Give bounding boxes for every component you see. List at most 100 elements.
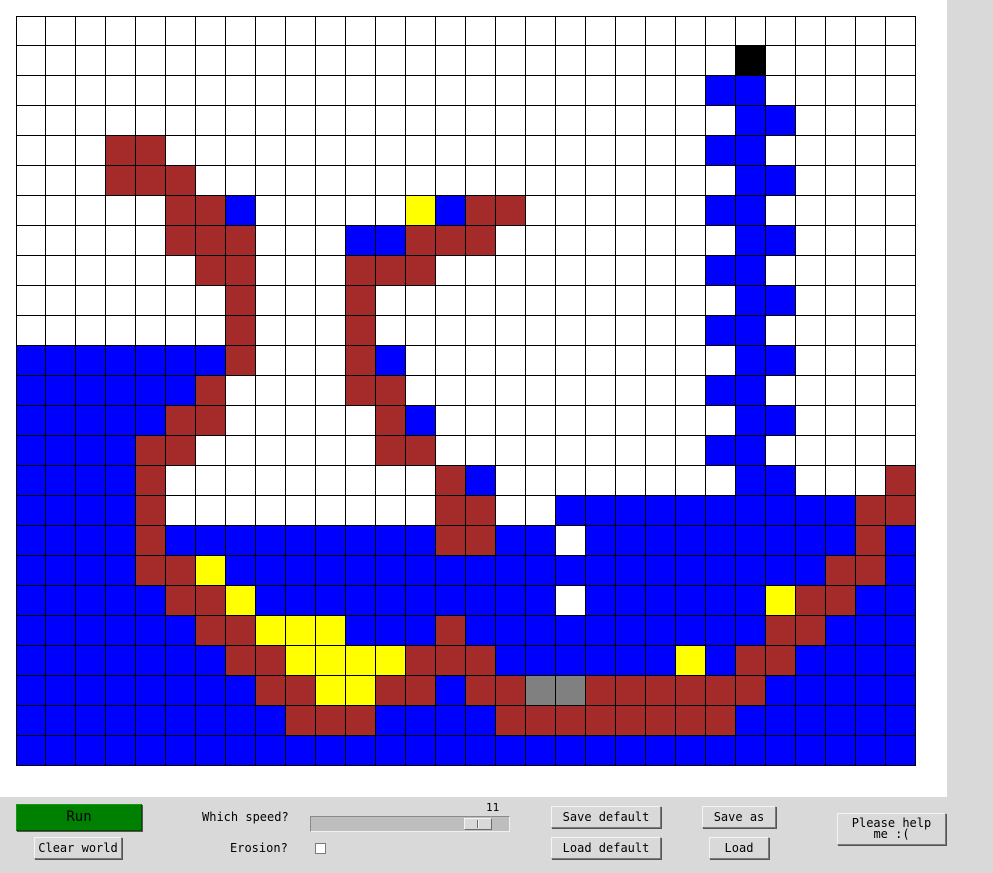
grid-cell-rock[interactable] bbox=[256, 676, 286, 706]
grid-cell-empty[interactable] bbox=[646, 436, 676, 466]
grid-cell-empty[interactable] bbox=[646, 166, 676, 196]
grid-cell-empty[interactable] bbox=[316, 76, 346, 106]
grid-cell-empty[interactable] bbox=[796, 436, 826, 466]
grid-cell-empty[interactable] bbox=[466, 46, 496, 76]
grid-cell-empty[interactable] bbox=[676, 226, 706, 256]
grid-cell-rock[interactable] bbox=[136, 436, 166, 466]
grid-cell-water[interactable] bbox=[196, 346, 226, 376]
grid-cell-empty[interactable] bbox=[856, 436, 886, 466]
grid-cell-rock[interactable] bbox=[196, 406, 226, 436]
grid-cell-empty[interactable] bbox=[46, 106, 76, 136]
grid-cell-empty[interactable] bbox=[106, 16, 136, 46]
grid-cell-empty[interactable] bbox=[826, 166, 856, 196]
grid-cell-empty[interactable] bbox=[676, 196, 706, 226]
grid-cell-empty[interactable] bbox=[286, 346, 316, 376]
grid-cell-empty[interactable] bbox=[76, 136, 106, 166]
grid-cell-empty[interactable] bbox=[106, 226, 136, 256]
grid-cell-water[interactable] bbox=[796, 526, 826, 556]
grid-cell-empty[interactable] bbox=[436, 406, 466, 436]
grid-cell-empty[interactable] bbox=[646, 286, 676, 316]
grid-cell-water[interactable] bbox=[526, 556, 556, 586]
grid-cell-empty[interactable] bbox=[586, 466, 616, 496]
grid-cell-empty[interactable] bbox=[196, 166, 226, 196]
grid-cell-empty[interactable] bbox=[436, 346, 466, 376]
grid-cell-empty[interactable] bbox=[676, 286, 706, 316]
grid-cell-empty[interactable] bbox=[286, 196, 316, 226]
grid-cell-empty[interactable] bbox=[16, 106, 46, 136]
grid-cell-empty[interactable] bbox=[766, 436, 796, 466]
grid-cell-water[interactable] bbox=[736, 466, 766, 496]
grid-cell-water[interactable] bbox=[466, 466, 496, 496]
grid-cell-water[interactable] bbox=[166, 346, 196, 376]
grid-cell-rock[interactable] bbox=[856, 526, 886, 556]
grid-cell-empty[interactable] bbox=[346, 136, 376, 166]
grid-cell-empty[interactable] bbox=[256, 406, 286, 436]
grid-cell-empty[interactable] bbox=[736, 16, 766, 46]
grid-cell-empty[interactable] bbox=[886, 166, 916, 196]
grid-cell-empty[interactable] bbox=[436, 16, 466, 46]
grid-cell-rock[interactable] bbox=[166, 226, 196, 256]
speed-slider-thumb[interactable] bbox=[464, 818, 492, 830]
grid-cell-empty[interactable] bbox=[826, 436, 856, 466]
grid-cell-rock[interactable] bbox=[856, 496, 886, 526]
grid-cell-empty[interactable] bbox=[706, 406, 736, 436]
grid-cell-water[interactable] bbox=[136, 376, 166, 406]
grid-cell-empty[interactable] bbox=[256, 46, 286, 76]
grid-cell-water[interactable] bbox=[736, 196, 766, 226]
grid-cell-rock[interactable] bbox=[766, 616, 796, 646]
grid-cell-empty[interactable] bbox=[526, 316, 556, 346]
grid-cell-rock[interactable] bbox=[346, 346, 376, 376]
grid-cell-empty[interactable] bbox=[556, 256, 586, 286]
grid-cell-water[interactable] bbox=[286, 736, 316, 766]
grid-cell-empty[interactable] bbox=[166, 466, 196, 496]
grid-cell-empty[interactable] bbox=[106, 256, 136, 286]
grid-cell-empty[interactable] bbox=[886, 226, 916, 256]
grid-cell-empty[interactable] bbox=[406, 466, 436, 496]
grid-cell-empty[interactable] bbox=[256, 256, 286, 286]
grid-cell-empty[interactable] bbox=[256, 106, 286, 136]
grid-cell-empty[interactable] bbox=[886, 76, 916, 106]
grid-cell-empty[interactable] bbox=[106, 106, 136, 136]
grid-cell-water[interactable] bbox=[256, 706, 286, 736]
grid-cell-empty[interactable] bbox=[76, 196, 106, 226]
grid-cell-empty[interactable] bbox=[796, 166, 826, 196]
grid-cell-water[interactable] bbox=[46, 436, 76, 466]
grid-cell-empty[interactable] bbox=[256, 166, 286, 196]
grid-cell-sand[interactable] bbox=[256, 616, 286, 646]
grid-cell-empty[interactable] bbox=[496, 106, 526, 136]
grid-cell-water[interactable] bbox=[766, 166, 796, 196]
grid-cell-water[interactable] bbox=[76, 736, 106, 766]
grid-cell-empty[interactable] bbox=[376, 286, 406, 316]
grid-cell-empty[interactable] bbox=[826, 226, 856, 256]
grid-cell-rock[interactable] bbox=[166, 196, 196, 226]
grid-cell-water[interactable] bbox=[46, 466, 76, 496]
grid-cell-empty[interactable] bbox=[616, 256, 646, 286]
grid-cell-water[interactable] bbox=[106, 406, 136, 436]
grid-cell-empty[interactable] bbox=[556, 16, 586, 46]
grid-cell-empty[interactable] bbox=[766, 196, 796, 226]
grid-cell-water[interactable] bbox=[706, 256, 736, 286]
grid-cell-empty[interactable] bbox=[256, 346, 286, 376]
grid-cell-water[interactable] bbox=[796, 736, 826, 766]
grid-cell-sand[interactable] bbox=[346, 646, 376, 676]
grid-cell-empty[interactable] bbox=[46, 316, 76, 346]
grid-cell-water[interactable] bbox=[436, 706, 466, 736]
grid-cell-water[interactable] bbox=[46, 646, 76, 676]
grid-cell-rock[interactable] bbox=[136, 136, 166, 166]
grid-cell-empty[interactable] bbox=[316, 496, 346, 526]
grid-cell-water[interactable] bbox=[16, 466, 46, 496]
grid-cell-empty[interactable] bbox=[16, 136, 46, 166]
grid-cell-empty[interactable] bbox=[286, 106, 316, 136]
grid-cell-water[interactable] bbox=[526, 616, 556, 646]
grid-cell-rock[interactable] bbox=[286, 706, 316, 736]
grid-cell-rock[interactable] bbox=[646, 676, 676, 706]
grid-cell-empty[interactable] bbox=[196, 316, 226, 346]
grid-cell-rock[interactable] bbox=[136, 526, 166, 556]
grid-cell-empty[interactable] bbox=[856, 46, 886, 76]
grid-cell-empty[interactable] bbox=[406, 106, 436, 136]
grid-cell-rock[interactable] bbox=[796, 616, 826, 646]
grid-cell-water[interactable] bbox=[466, 586, 496, 616]
grid-cell-empty[interactable] bbox=[526, 196, 556, 226]
grid-cell-empty[interactable] bbox=[286, 286, 316, 316]
grid-cell-empty[interactable] bbox=[346, 196, 376, 226]
